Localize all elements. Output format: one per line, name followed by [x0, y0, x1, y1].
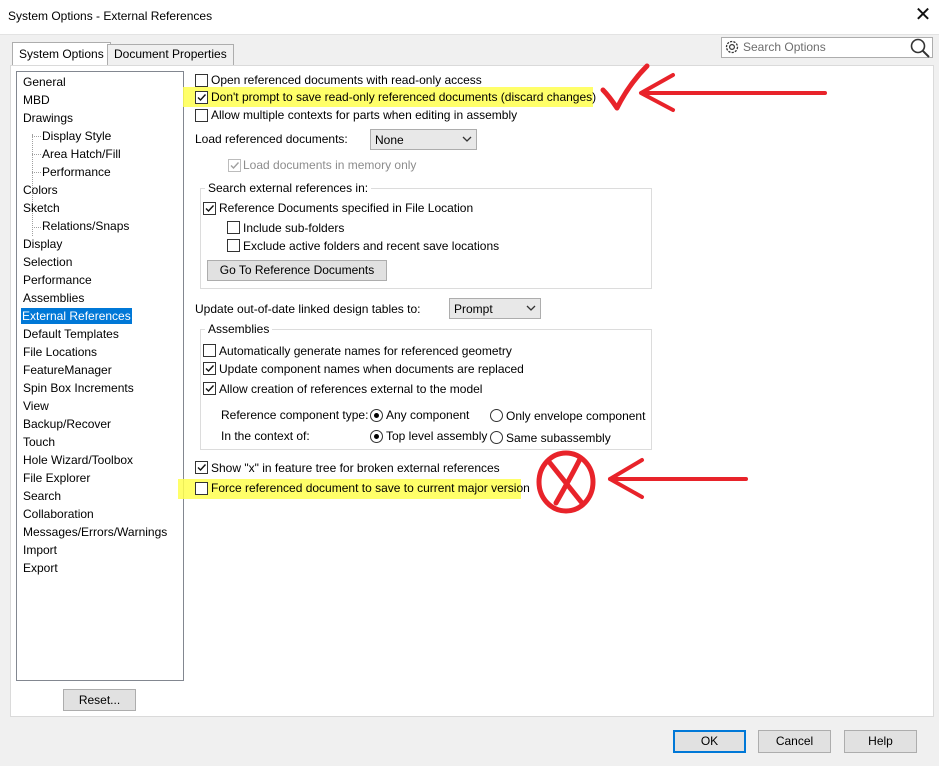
tree-item-display[interactable]: Display — [22, 236, 63, 252]
tree-item-mbd[interactable]: MBD — [22, 92, 51, 108]
auto-names-label: Automatically generate names for referen… — [219, 344, 512, 358]
tree-item-hole-wizard[interactable]: Hole Wizard/Toolbox — [22, 452, 134, 468]
design-tables-value: Prompt — [454, 302, 493, 316]
load-in-memory-checkbox — [228, 159, 241, 172]
tree-item-backup-recover[interactable]: Backup/Recover — [22, 416, 112, 432]
ok-button[interactable]: OK — [673, 730, 746, 753]
tree-connector — [32, 154, 41, 155]
show-x-checkbox[interactable] — [195, 461, 208, 474]
tree-item-display-style[interactable]: Display Style — [41, 128, 112, 144]
same-subassembly-label: Same subassembly — [506, 431, 611, 445]
top-level-assembly-radio[interactable] — [370, 430, 383, 443]
exclude-active-folders-label: Exclude active folders and recent save l… — [243, 239, 500, 253]
crossed-circle-annotation-icon — [536, 450, 748, 514]
chevron-down-icon — [526, 305, 536, 311]
force-save-checkbox[interactable] — [195, 482, 208, 495]
options-tree[interactable]: General MBD Drawings Display Style Area … — [16, 71, 184, 681]
reset-button[interactable]: Reset... — [63, 689, 136, 711]
open-read-only-label: Open referenced documents with read-only… — [211, 73, 482, 87]
dont-prompt-save-label: Don't prompt to save read-only reference… — [211, 90, 597, 104]
allow-multiple-contexts-label: Allow multiple contexts for parts when e… — [211, 108, 518, 122]
auto-names-checkbox[interactable] — [203, 344, 216, 357]
tree-item-external-references[interactable]: External References — [21, 308, 132, 324]
include-subfolders-label: Include sub-folders — [243, 221, 345, 235]
tree-item-performance[interactable]: Performance — [22, 272, 93, 288]
load-in-memory-label: Load documents in memory only — [243, 158, 417, 172]
tree-item-export[interactable]: Export — [22, 560, 59, 576]
update-names-label: Update component names when documents ar… — [219, 362, 524, 376]
dont-prompt-save-checkbox[interactable] — [195, 91, 208, 104]
force-save-label: Force referenced document to save to cur… — [211, 481, 530, 495]
allow-multiple-contexts-checkbox[interactable] — [195, 109, 208, 122]
same-subassembly-radio[interactable] — [490, 431, 503, 444]
search-references-group-title: Search external references in: — [205, 181, 372, 195]
reference-type-label: Reference component type: — [221, 408, 369, 422]
tree-item-spin-box[interactable]: Spin Box Increments — [22, 380, 135, 396]
tree-item-view[interactable]: View — [22, 398, 50, 414]
tree-connector — [32, 172, 41, 173]
top-level-assembly-label: Top level assembly — [386, 429, 488, 443]
tree-item-selection[interactable]: Selection — [22, 254, 73, 270]
tree-item-area-hatch[interactable]: Area Hatch/Fill — [41, 146, 122, 162]
show-x-label: Show "x" in feature tree for broken exte… — [211, 461, 500, 475]
any-component-label: Any component — [386, 408, 470, 422]
window-title: System Options - External References — [8, 9, 213, 23]
tab-system-options[interactable]: System Options — [12, 42, 111, 66]
tree-connector — [32, 136, 41, 137]
tree-item-search[interactable]: Search — [22, 488, 62, 504]
tree-item-assemblies[interactable]: Assemblies — [22, 290, 85, 306]
help-button[interactable]: Help — [844, 730, 917, 753]
any-component-radio[interactable] — [370, 409, 383, 422]
tree-item-sketch[interactable]: Sketch — [22, 200, 61, 216]
tree-item-drawings-performance[interactable]: Performance — [41, 164, 112, 180]
tree-item-file-locations[interactable]: File Locations — [22, 344, 98, 360]
allow-external-checkbox[interactable] — [203, 382, 216, 395]
include-subfolders-checkbox[interactable] — [227, 221, 240, 234]
tree-item-featuremanager[interactable]: FeatureManager — [22, 362, 113, 378]
chevron-down-icon — [462, 136, 472, 142]
tree-item-touch[interactable]: Touch — [22, 434, 56, 450]
search-icon[interactable] — [909, 37, 931, 59]
load-referenced-label: Load referenced documents: — [195, 132, 348, 146]
tree-item-colors[interactable]: Colors — [22, 182, 59, 198]
design-tables-dropdown[interactable]: Prompt — [449, 298, 541, 319]
tree-item-messages[interactable]: Messages/Errors/Warnings — [22, 524, 168, 540]
update-names-checkbox[interactable] — [203, 362, 216, 375]
open-read-only-checkbox[interactable] — [195, 74, 208, 87]
tree-item-general[interactable]: General — [22, 74, 67, 90]
reference-documents-label: Reference Documents specified in File Lo… — [219, 201, 474, 215]
check-mark-annotation-icon — [600, 63, 827, 112]
design-tables-label: Update out-of-date linked design tables … — [195, 302, 421, 316]
load-referenced-value: None — [375, 133, 404, 147]
tree-item-file-explorer[interactable]: File Explorer — [22, 470, 91, 486]
tab-document-properties[interactable]: Document Properties — [107, 44, 234, 65]
reference-documents-checkbox[interactable] — [203, 202, 216, 215]
search-placeholder: Search Options — [743, 40, 826, 54]
go-to-reference-documents-button[interactable]: Go To Reference Documents — [207, 260, 387, 281]
only-envelope-label: Only envelope component — [506, 409, 646, 423]
exclude-active-folders-checkbox[interactable] — [227, 239, 240, 252]
close-icon[interactable]: ✕ — [910, 4, 936, 28]
gear-icon — [725, 40, 739, 54]
tree-item-relations-snaps[interactable]: Relations/Snaps — [41, 218, 130, 234]
title-bar: System Options - External References ✕ — [0, 0, 939, 34]
context-label: In the context of: — [221, 429, 310, 443]
assemblies-group-title: Assemblies — [205, 322, 273, 336]
load-referenced-dropdown[interactable]: None — [370, 129, 477, 150]
tree-item-default-templates[interactable]: Default Templates — [22, 326, 120, 342]
tree-item-import[interactable]: Import — [22, 542, 58, 558]
tree-item-drawings[interactable]: Drawings — [22, 110, 74, 126]
allow-external-label: Allow creation of references external to… — [219, 382, 483, 396]
tree-connector — [32, 227, 41, 228]
cancel-button[interactable]: Cancel — [758, 730, 831, 753]
only-envelope-radio[interactable] — [490, 409, 503, 422]
tree-item-collaboration[interactable]: Collaboration — [22, 506, 95, 522]
